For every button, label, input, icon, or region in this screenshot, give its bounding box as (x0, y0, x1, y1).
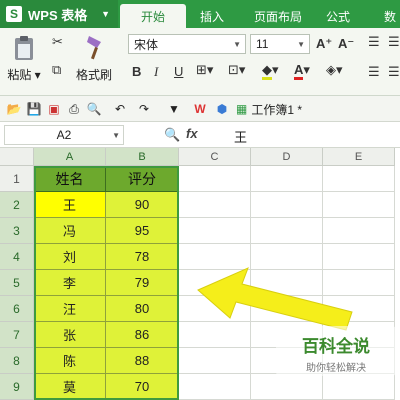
app-menu-button[interactable]: S WPS 表格 ▼ (0, 0, 118, 28)
name-cell[interactable]: 王 (34, 192, 106, 218)
print-icon[interactable]: ⎙ (66, 101, 82, 117)
row-header[interactable]: 8 (0, 348, 34, 374)
formula-bar: A2 ▼ 🔍 fx 王 (0, 122, 400, 148)
row-header[interactable]: 7 (0, 322, 34, 348)
name-cell[interactable]: 刘 (34, 244, 106, 270)
undo-icon[interactable]: ↶ (112, 101, 128, 117)
decrease-font-icon[interactable]: A⁻ (338, 36, 354, 52)
row-header[interactable]: 1 (0, 166, 34, 192)
open-folder-icon[interactable]: 📂 (6, 101, 22, 117)
format-painter-button[interactable]: 格式刷 (74, 34, 114, 83)
name-cell[interactable]: 莫 (34, 374, 106, 400)
name-box[interactable]: A2 ▼ (4, 125, 124, 145)
align-top-icon[interactable]: ☰ (368, 34, 380, 50)
font-color-icon[interactable]: A▾ (294, 62, 310, 80)
header-cell-score[interactable]: 评分 (106, 166, 179, 192)
score-cell[interactable]: 90 (106, 192, 179, 218)
customize-dropdown-icon[interactable]: ▼ (166, 101, 182, 117)
score-cell[interactable]: 95 (106, 218, 179, 244)
chevron-down-icon: ▼ (233, 39, 241, 49)
chevron-down-icon: ▼ (297, 39, 305, 49)
name-cell[interactable]: 陈 (34, 348, 106, 374)
column-header-b[interactable]: B (106, 148, 179, 166)
row-header[interactable]: 6 (0, 296, 34, 322)
wps-logo-icon: S (6, 6, 22, 22)
row-header[interactable]: 5 (0, 270, 34, 296)
clear-format-icon[interactable]: ◈▾ (326, 62, 343, 78)
watermark: 百科全说 助你轻松解决 (276, 326, 396, 376)
save-icon[interactable]: 💾 (26, 101, 42, 117)
align-middle-icon[interactable]: ☰ (388, 34, 400, 50)
row-header[interactable]: 9 (0, 374, 34, 400)
row-header[interactable]: 4 (0, 244, 34, 270)
tab-home[interactable]: 开始 (120, 4, 186, 28)
format-painter-label: 格式刷 (75, 68, 112, 82)
select-all-corner[interactable] (0, 148, 34, 166)
document-title: 工作簿1 * (251, 102, 303, 117)
column-header-a[interactable]: A (34, 148, 106, 166)
paste-button[interactable]: 粘贴 ▾ (6, 34, 42, 83)
score-cell[interactable]: 79 (106, 270, 179, 296)
row-header[interactable]: 3 (0, 218, 34, 244)
bold-icon[interactable]: B (132, 64, 141, 79)
score-cell[interactable]: 88 (106, 348, 179, 374)
name-cell[interactable]: 冯 (34, 218, 106, 244)
wps-home-icon[interactable]: W (192, 101, 208, 117)
name-cell[interactable]: 汪 (34, 296, 106, 322)
score-cell[interactable]: 80 (106, 296, 179, 322)
spreadsheet-icon: ▦ (236, 102, 248, 116)
export-pdf-icon[interactable]: ▣ (46, 101, 62, 117)
title-bar: S WPS 表格 ▼ 开始 插入 页面布局 公式 数 (0, 0, 400, 28)
zoom-search-icon[interactable]: 🔍 (164, 127, 180, 143)
quick-access-toolbar: 📂 💾 ▣ ⎙ 🔍 ↶ ↷ ▼ W ⬢ ▦ 工作簿1 * (0, 96, 400, 122)
italic-icon[interactable]: I (154, 64, 158, 80)
row-header[interactable]: 2 (0, 192, 34, 218)
print-preview-icon[interactable]: 🔍 (86, 101, 102, 117)
score-cell[interactable]: 70 (106, 374, 179, 400)
ribbon: 粘贴 ▾ ✂ ⧉ 格式刷 宋体 ▼ 11 ▼ A⁺ A⁻ ☰ ☰ B I U ⊞… (0, 28, 400, 96)
merge-cells-icon[interactable]: ⊡▾ (228, 62, 245, 78)
align-center-icon[interactable]: ☰ (388, 64, 400, 80)
name-cell[interactable]: 张 (34, 322, 106, 348)
borders-icon[interactable]: ⊞▾ (196, 62, 213, 78)
scissors-icon[interactable]: ✂ (52, 34, 63, 50)
font-name-value: 宋体 (134, 37, 159, 52)
watermark-title: 百科全说 (302, 337, 370, 356)
watermark-subtitle: 助你轻松解决 (306, 363, 366, 374)
cell-reference: A2 (56, 128, 72, 142)
cloud-cube-icon[interactable]: ⬢ (214, 101, 230, 117)
chevron-down-icon: ▼ (101, 9, 110, 19)
chevron-down-icon: ▼ (112, 130, 120, 140)
underline-icon[interactable]: U (174, 64, 183, 79)
align-left-icon[interactable]: ☰ (368, 64, 380, 80)
tab-insert[interactable]: 插入 (190, 4, 234, 28)
column-header-c[interactable]: C (179, 148, 251, 166)
paste-label: 粘贴 (7, 68, 32, 82)
clipboard-icon (15, 36, 33, 60)
brush-icon (87, 36, 101, 60)
score-cell[interactable]: 78 (106, 244, 179, 270)
header-cell-name[interactable]: 姓名 (34, 166, 106, 192)
tab-data[interactable]: 数 (380, 4, 400, 28)
font-size-value: 11 (256, 37, 269, 51)
tab-formulas[interactable]: 公式 (318, 4, 358, 28)
formula-input[interactable]: 王 (234, 127, 247, 146)
score-cell[interactable]: 86 (106, 322, 179, 348)
copy-icon[interactable]: ⧉ (52, 62, 61, 78)
column-header-e[interactable]: E (323, 148, 395, 166)
name-cell[interactable]: 李 (34, 270, 106, 296)
tab-page-layout[interactable]: 页面布局 (244, 4, 312, 28)
document-tab[interactable]: ▦ 工作簿1 * (236, 99, 302, 119)
fill-color-icon[interactable]: ◆▾ (262, 62, 279, 80)
fx-icon[interactable]: fx (186, 126, 198, 141)
app-title: WPS 表格 (28, 7, 88, 23)
font-size-select[interactable]: 11 ▼ (250, 34, 310, 54)
increase-font-icon[interactable]: A⁺ (316, 36, 332, 52)
redo-icon[interactable]: ↷ (136, 101, 152, 117)
font-name-select[interactable]: 宋体 ▼ (128, 34, 246, 54)
column-header-d[interactable]: D (251, 148, 323, 166)
